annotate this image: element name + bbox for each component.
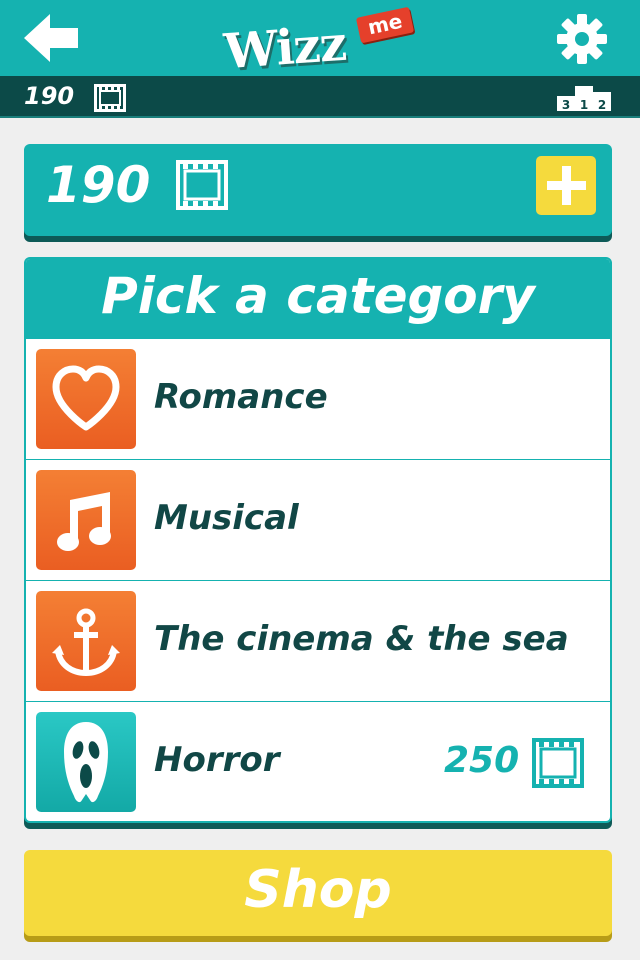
app-logo: Wizz me (218, 4, 418, 80)
anchor-icon (52, 608, 120, 677)
category-row-cinema-sea[interactable]: The cinema & the sea (26, 581, 610, 702)
settings-button[interactable] (556, 13, 608, 65)
category-tile (36, 591, 136, 691)
heart-icon (52, 365, 120, 431)
category-row-musical[interactable]: Musical (26, 460, 610, 581)
shop-button[interactable]: Shop (24, 850, 612, 936)
category-tile (36, 712, 136, 812)
shop-label: Shop (244, 860, 392, 920)
back-button[interactable] (22, 12, 80, 64)
category-label: Horror (154, 740, 280, 780)
category-card: Pick a category Romance Musical The cine… (24, 257, 612, 823)
music-note-icon (57, 492, 111, 551)
balance-film-count: 190 (46, 156, 151, 214)
film-icon (532, 738, 584, 788)
back-arrow-icon (24, 14, 78, 62)
podium-second: 2 (598, 98, 606, 112)
category-label: The cinema & the sea (154, 619, 569, 659)
category-header: Pick a category (26, 259, 610, 339)
category-title: Pick a category (101, 267, 535, 325)
podium-icon[interactable]: 3 1 2 (556, 84, 612, 112)
category-tile (36, 470, 136, 570)
category-tile (36, 349, 136, 449)
scream-mask-icon (64, 722, 108, 803)
podium-third: 3 (562, 98, 570, 112)
category-row-horror[interactable]: Horror 250 (26, 702, 610, 821)
category-label: Romance (154, 377, 328, 417)
status-film-count: 190 (24, 82, 75, 110)
gear-icon (557, 14, 607, 64)
balance-card: 190 (24, 144, 612, 236)
add-films-button[interactable] (536, 156, 596, 215)
category-price: 250 (444, 740, 520, 781)
film-icon (94, 84, 126, 112)
film-icon (176, 160, 228, 210)
logo-text: Wizz (222, 15, 348, 81)
category-label: Musical (154, 498, 299, 538)
category-row-romance[interactable]: Romance (26, 339, 610, 460)
podium-first: 1 (580, 98, 588, 112)
logo-badge: me (355, 6, 415, 44)
top-bar: Wizz me (0, 0, 640, 80)
